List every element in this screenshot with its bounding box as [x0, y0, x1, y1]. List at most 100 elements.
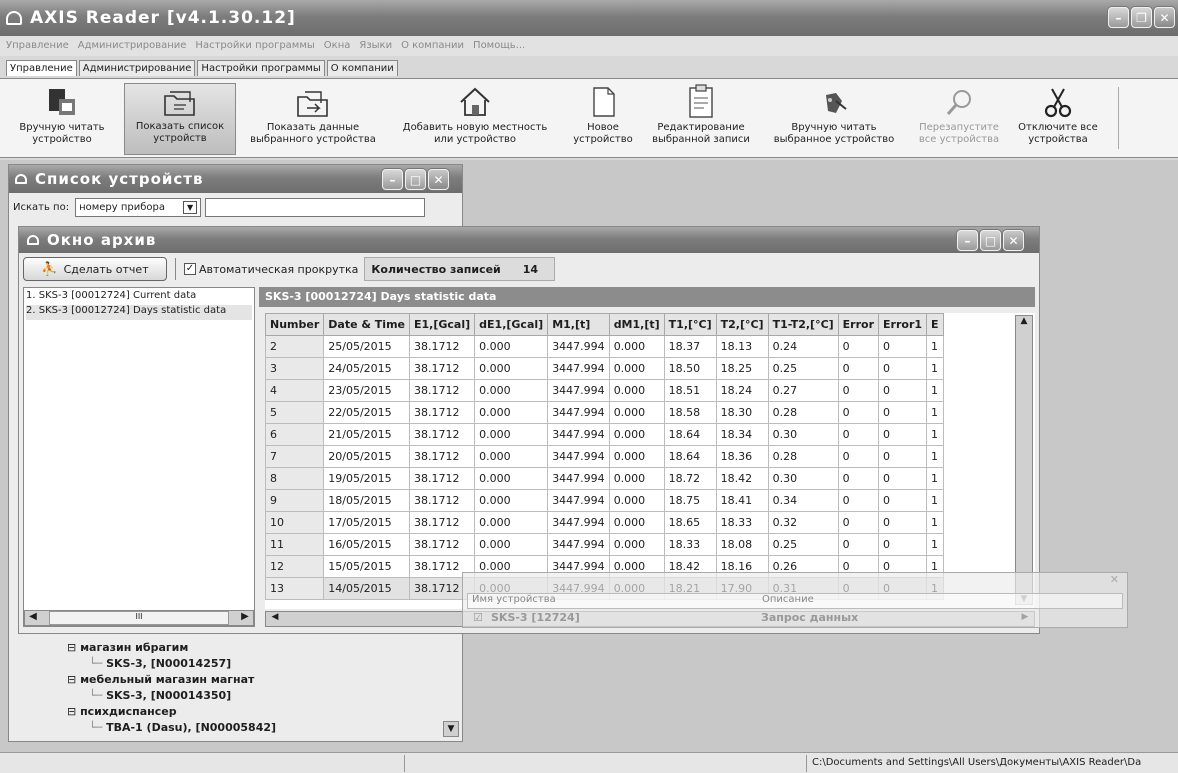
- list-item[interactable]: 2. SKS-3 [00012724] Days statistic data: [26, 305, 252, 320]
- add-location-button[interactable]: Добавить новую местность или устройство: [392, 79, 558, 157]
- menu-item-admin[interactable]: Администрирование: [78, 40, 187, 56]
- menu-item-about[interactable]: О компании: [401, 40, 464, 56]
- table-row[interactable]: 9 18/05/2015 38.1712 0.000 3447.994 0.000 18.7…: [265, 489, 944, 512]
- table-cell: 7: [265, 445, 325, 468]
- restart-devices-button[interactable]: Перезапустите все устройства: [906, 79, 1012, 157]
- show-device-list-button[interactable]: Показать список устройств: [124, 83, 236, 155]
- scroll-left-icon[interactable]: ◀: [25, 611, 41, 625]
- archive-minimize-button[interactable]: –: [957, 230, 978, 251]
- scroll-right-icon[interactable]: ▶: [237, 611, 253, 625]
- autoscroll-checkbox[interactable]: ✓: [184, 263, 196, 275]
- list-item[interactable]: 1. SKS-3 [00012724] Current data: [26, 290, 252, 305]
- tree-device[interactable]: └─ SKS-3, [N00014350]: [89, 689, 231, 702]
- archive-toolbar: ⛹ Сделать отчет ✓ Автоматическая прокрут…: [23, 257, 556, 281]
- menu-item-windows[interactable]: Окна: [324, 40, 351, 56]
- menu-item-control[interactable]: Управление: [6, 40, 69, 56]
- device-list-minimize-button[interactable]: –: [382, 169, 403, 190]
- column-header[interactable]: Number: [265, 313, 325, 336]
- app-title-bar[interactable]: AXIS Reader [v4.1.30.12]: [0, 0, 1178, 36]
- device-list-maximize-button[interactable]: □: [405, 169, 426, 190]
- device-list-close-button[interactable]: ✕: [428, 169, 449, 190]
- table-cell: 8: [265, 467, 325, 490]
- info-panel-close-icon[interactable]: ✕: [1110, 573, 1119, 586]
- minimize-button[interactable]: –: [1108, 7, 1129, 28]
- menu-item-languages[interactable]: Языки: [359, 40, 392, 56]
- show-device-list-label2: устройств: [153, 133, 207, 144]
- grid-body: 2 25/05/2015 38.1712 0.000 3447.994 0.000 18.3…: [265, 335, 944, 600]
- table-row[interactable]: 5 22/05/2015 38.1712 0.000 3447.994 0.000 18.5…: [265, 401, 944, 424]
- table-cell: 25/05/2015: [323, 335, 410, 358]
- table-cell: 10: [265, 511, 325, 534]
- table-row[interactable]: 3 24/05/2015 38.1712 0.000 3447.994 0.000 18.5…: [265, 357, 944, 380]
- show-device-data-button[interactable]: Показать данные выбранного устройства: [240, 79, 386, 157]
- tree-expand-icon[interactable]: ⊟: [67, 673, 76, 686]
- tree-device[interactable]: └─ SKS-3, [N00014257]: [89, 657, 231, 670]
- column-header[interactable]: dM1,[t]: [608, 313, 665, 336]
- table-cell: 1: [926, 533, 944, 556]
- record-count-box: Количество записей 14: [364, 257, 556, 281]
- records-hscrollbar[interactable]: ◀ III ▶: [24, 610, 254, 626]
- toolbar: Вручную читать устройство Показать списо…: [0, 78, 1178, 158]
- archive-maximize-button[interactable]: □: [980, 230, 1001, 251]
- grid-vscrollbar[interactable]: ▲ ▼: [1015, 315, 1033, 605]
- tree-expand-icon[interactable]: ⊟: [67, 705, 76, 718]
- column-header[interactable]: T1-T2,[°C]: [767, 313, 839, 336]
- tree-location[interactable]: ⊟ мебельный магазин магнат: [67, 673, 254, 686]
- tree-location[interactable]: ⊟ магазин ибрагим: [67, 641, 188, 654]
- menu-item-settings[interactable]: Настройки программы: [195, 40, 314, 56]
- column-header[interactable]: dE1,[Gcal]: [474, 313, 549, 336]
- table-cell: 0: [837, 445, 880, 468]
- maximize-button[interactable]: ❐: [1131, 7, 1152, 28]
- chevron-down-icon[interactable]: ▼: [183, 201, 198, 214]
- tab-about[interactable]: О компании: [326, 60, 398, 76]
- tab-admin[interactable]: Администрирование: [78, 60, 196, 76]
- table-cell: 24/05/2015: [323, 357, 410, 380]
- info-row[interactable]: ☑ SKS-3 [12724] Запрос данных: [467, 611, 1123, 627]
- column-header[interactable]: Error1: [878, 313, 928, 336]
- tree-scroll-down-button[interactable]: ▼: [443, 721, 459, 737]
- disconnect-devices-button[interactable]: Отключите все устройства: [1010, 79, 1106, 157]
- tree-device[interactable]: └─ TBA-1 (Dasu), [N00005842]: [89, 721, 276, 734]
- manual-read-device-button[interactable]: Вручную читать устройство: [2, 79, 122, 157]
- manual-read-selected-button[interactable]: Вручную читать выбранное устройство: [758, 79, 910, 157]
- make-report-button[interactable]: ⛹ Сделать отчет: [23, 257, 167, 281]
- autoscroll-label: Автоматическая прокрутка: [199, 262, 359, 276]
- column-header[interactable]: E1,[Gcal]: [408, 313, 476, 336]
- archive-title: Окно архив: [47, 231, 157, 249]
- menu-item-help[interactable]: Помощь...: [473, 40, 525, 56]
- scroll-up-icon[interactable]: ▲: [1021, 316, 1028, 326]
- column-header[interactable]: T2,[°C]: [715, 313, 769, 336]
- table-row[interactable]: 6 21/05/2015 38.1712 0.000 3447.994 0.000 18.6…: [265, 423, 944, 446]
- edit-record-button[interactable]: Редактирование выбранной записи: [646, 79, 756, 157]
- column-header[interactable]: M1,[t]: [547, 313, 610, 336]
- scroll-thumb[interactable]: III: [49, 611, 229, 625]
- close-button[interactable]: ✕: [1154, 7, 1175, 28]
- table-row[interactable]: 11 16/05/2015 38.1712 0.000 3447.994 0.000 18.…: [265, 533, 944, 556]
- table-row[interactable]: 10 17/05/2015 38.1712 0.000 3447.994 0.000 18.…: [265, 511, 944, 534]
- info-row-checkbox[interactable]: ☑: [473, 611, 483, 624]
- new-device-label2: устройство: [573, 134, 633, 145]
- tree-expand-icon[interactable]: ⊟: [67, 641, 76, 654]
- table-cell: 0.000: [608, 445, 665, 468]
- column-header[interactable]: Date & Time: [323, 313, 410, 336]
- table-row[interactable]: 2 25/05/2015 38.1712 0.000 3447.994 0.000 18.3…: [265, 335, 944, 358]
- tree-location[interactable]: ⊟ психдиспансер: [67, 705, 177, 718]
- show-device-data-label1: Показать данные: [266, 122, 360, 133]
- scroll-left-icon[interactable]: ◀: [266, 612, 284, 626]
- column-header[interactable]: Error: [837, 313, 880, 336]
- table-row[interactable]: 8 19/05/2015 38.1712 0.000 3447.994 0.000 18.7…: [265, 467, 944, 490]
- table-cell: 3447.994: [547, 335, 610, 358]
- column-header[interactable]: T1,[°C]: [663, 313, 717, 336]
- info-col-device-name: Имя устройства: [472, 594, 556, 605]
- archive-close-button[interactable]: ✕: [1003, 230, 1024, 251]
- table-cell: 0.000: [608, 489, 665, 512]
- new-device-button[interactable]: Новое устройство: [562, 79, 644, 157]
- column-header[interactable]: E: [926, 313, 944, 336]
- table-row[interactable]: 7 20/05/2015 38.1712 0.000 3447.994 0.000 18.6…: [265, 445, 944, 468]
- tab-control[interactable]: Управление: [6, 60, 77, 76]
- tab-settings[interactable]: Настройки программы: [197, 60, 325, 76]
- search-by-select[interactable]: номеру прибора ▼: [75, 198, 202, 217]
- table-row[interactable]: 4 23/05/2015 38.1712 0.000 3447.994 0.000 18.5…: [265, 379, 944, 402]
- search-input[interactable]: [205, 198, 426, 217]
- archive-title-bar[interactable]: Окно архив: [19, 227, 1039, 253]
